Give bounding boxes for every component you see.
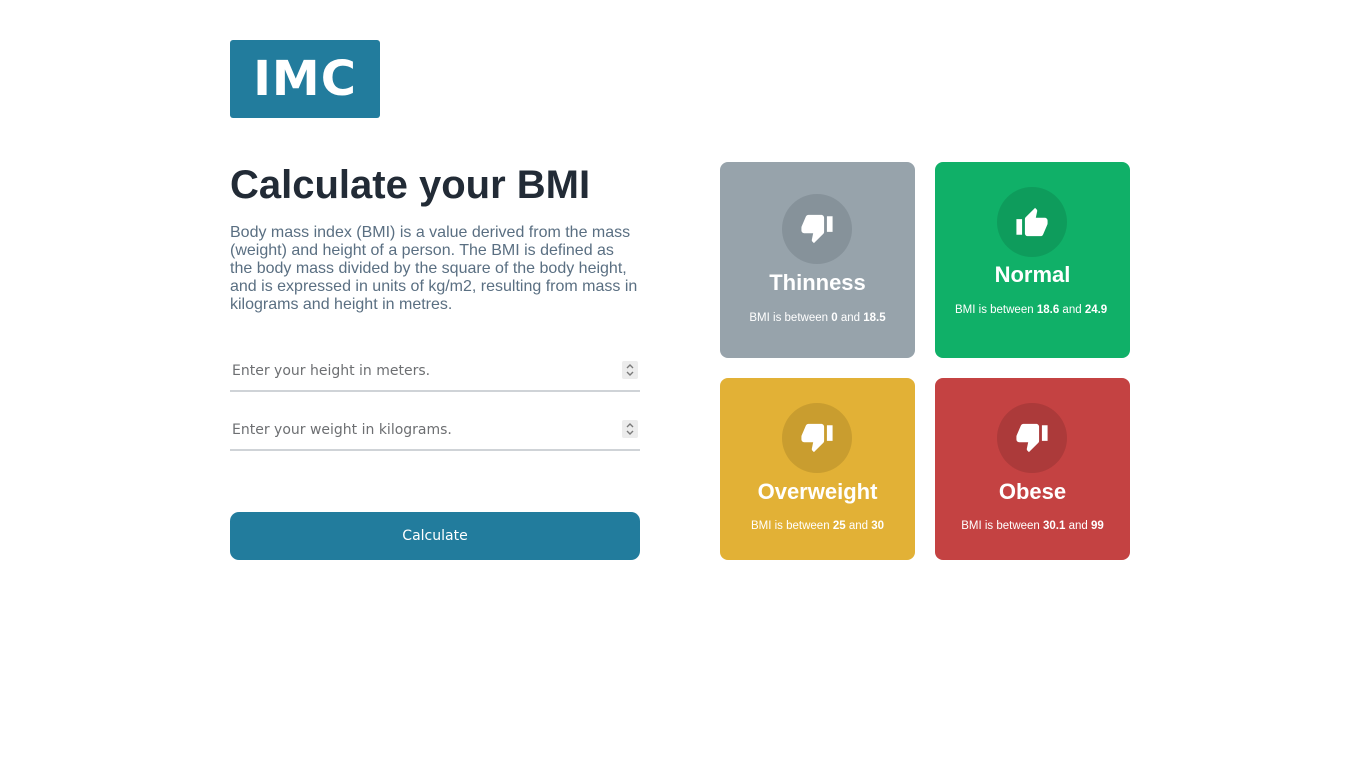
logo: IMC xyxy=(230,40,380,118)
height-spinner[interactable] xyxy=(622,361,638,379)
card-title: Normal xyxy=(994,262,1071,287)
range-joiner: and xyxy=(1068,520,1088,532)
range-prefix: BMI is between xyxy=(749,312,829,324)
thumbs-up-icon xyxy=(1016,207,1048,237)
icon-circle xyxy=(997,403,1067,473)
height-input[interactable] xyxy=(230,352,614,390)
range-max: 18.5 xyxy=(863,312,886,324)
range-min: 18.6 xyxy=(1036,304,1060,316)
range-min: 25 xyxy=(832,520,846,532)
calculate-button[interactable]: Calculate xyxy=(230,512,640,560)
range-min: 0 xyxy=(831,312,838,324)
icon-circle xyxy=(997,187,1067,257)
card-title: Thinness xyxy=(769,270,866,295)
range-max: 24.9 xyxy=(1084,304,1108,316)
range-max: 30 xyxy=(871,520,884,532)
range-joiner: and xyxy=(1062,304,1082,316)
page-title: Calculate your BMI xyxy=(230,163,591,207)
range-joiner: and xyxy=(840,312,861,324)
icon-circle xyxy=(782,403,852,473)
range-prefix: BMI is between xyxy=(750,520,830,532)
page-description: Body mass index (BMI) is a value derived… xyxy=(230,224,638,313)
card-title: Overweight xyxy=(757,479,878,504)
weight-input[interactable] xyxy=(230,411,614,449)
range-prefix: BMI is between xyxy=(961,520,1040,532)
bmi-form-section: Calculate your BMI Body mass index (BMI)… xyxy=(230,162,640,560)
card-obese: Obese BMI is between 30.1 and 99 xyxy=(935,378,1130,560)
card-range: BMI is between 30.1 and 99 xyxy=(935,519,1130,534)
height-field xyxy=(230,352,640,392)
spinner-arrows-icon xyxy=(626,364,634,376)
icon-circle xyxy=(782,194,852,264)
weight-spinner[interactable] xyxy=(622,420,638,438)
card-range: BMI is between 18.6 and 24.9 xyxy=(955,303,1110,318)
card-overweight: Overweight BMI is between 25 and 30 xyxy=(720,378,915,560)
card-range: BMI is between 25 and 30 xyxy=(720,519,915,534)
card-normal: Normal BMI is between 18.6 and 24.9 xyxy=(935,162,1130,358)
range-joiner: and xyxy=(848,520,868,532)
thumbs-down-icon xyxy=(801,423,833,453)
range-prefix: BMI is between xyxy=(955,304,1034,316)
range-min: 30.1 xyxy=(1043,520,1066,532)
weight-field xyxy=(230,411,640,451)
spinner-arrows-icon xyxy=(626,423,634,435)
card-range: BMI is between 0 and 18.5 xyxy=(720,311,915,326)
card-title: Obese xyxy=(998,479,1067,504)
thumbs-down-icon xyxy=(1016,423,1048,453)
logo-text: IMC xyxy=(253,51,357,107)
range-max: 99 xyxy=(1091,520,1104,532)
card-thinness: Thinness BMI is between 0 and 18.5 xyxy=(720,162,915,358)
thumbs-down-icon xyxy=(801,214,833,244)
